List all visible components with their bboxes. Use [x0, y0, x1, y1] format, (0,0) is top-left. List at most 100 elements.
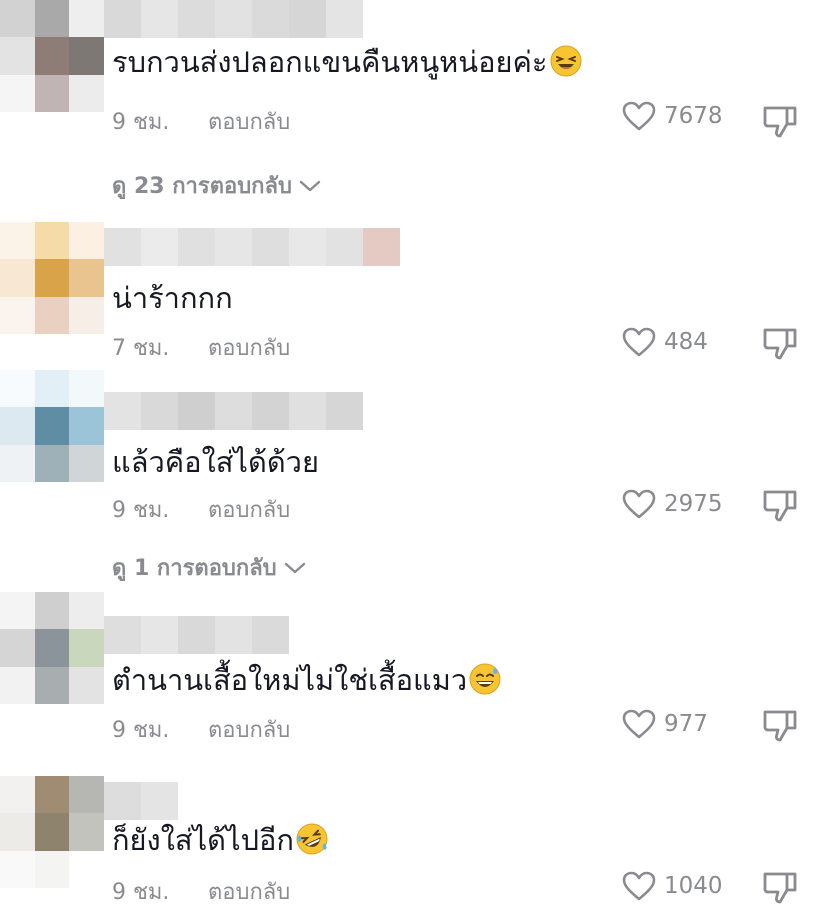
- username-pixel: [141, 392, 178, 430]
- avatar-pixel: [34, 0, 70, 38]
- like-count: 1040: [664, 873, 723, 899]
- comment-time: 9 ชม.: [112, 498, 170, 523]
- avatar[interactable]: [0, 776, 104, 888]
- username-pixel: [363, 228, 400, 266]
- username-pixel: [141, 0, 178, 38]
- username-pixel: [141, 782, 178, 820]
- username-pixel: [252, 392, 289, 430]
- avatar-pixel: [69, 0, 104, 38]
- avatar-pixel: [0, 37, 35, 75]
- username-pixel: [215, 0, 252, 38]
- avatar-pixel: [0, 666, 35, 704]
- avatar-pixel: [0, 592, 35, 630]
- reply-button[interactable]: ตอบกลับ: [208, 874, 290, 909]
- comment-meta: 9 ชม. ตอบกลับ: [112, 874, 290, 909]
- comment-text: ก็ยังใส่ได้ไปอีก: [112, 820, 328, 860]
- username-pixel: [104, 616, 141, 654]
- username-pixel: [178, 0, 215, 38]
- username-pixel: [215, 392, 252, 430]
- like-count: 2975: [664, 491, 723, 517]
- thumbs-down-outline-icon: [763, 490, 797, 522]
- comment-text: รบกวนส่งปลอกแขนคืนหนูหน่อยค่ะ: [112, 42, 582, 82]
- avatar[interactable]: [0, 370, 104, 482]
- dislike-button[interactable]: [762, 103, 798, 143]
- comment-meta: 9 ชม. ตอบกลับ: [112, 104, 290, 139]
- username-blurred[interactable]: [104, 782, 178, 820]
- username-pixel: [104, 782, 141, 820]
- dislike-button[interactable]: [762, 707, 798, 747]
- thumbs-down-outline-icon: [763, 106, 797, 138]
- username-blurred[interactable]: [104, 616, 289, 654]
- username-blurred[interactable]: [104, 228, 400, 266]
- avatar-pixel: [34, 407, 70, 445]
- username-pixel: [178, 616, 215, 654]
- avatar-pixel: [69, 259, 104, 297]
- like-count: 484: [664, 329, 708, 355]
- dislike-button[interactable]: [762, 869, 798, 909]
- heart-outline-icon: [622, 327, 656, 357]
- username-blurred[interactable]: [104, 0, 363, 38]
- like-count: 7678: [664, 103, 723, 129]
- username-pixel: [215, 616, 252, 654]
- username-pixel: [289, 392, 326, 430]
- heart-outline-icon: [622, 709, 656, 739]
- username-pixel: [104, 0, 141, 38]
- thumbs-down-outline-icon: [763, 710, 797, 742]
- username-pixel: [326, 228, 363, 266]
- like-button[interactable]: 7678: [622, 101, 723, 131]
- avatar-pixel: [34, 592, 70, 630]
- reply-button[interactable]: ตอบกลับ: [208, 330, 290, 365]
- thumbs-down-outline-icon: [763, 872, 797, 904]
- avatar-pixel: [34, 259, 70, 297]
- reply-button[interactable]: ตอบกลับ: [208, 104, 290, 139]
- avatar-pixel: [34, 444, 70, 482]
- like-button[interactable]: 484: [622, 327, 708, 357]
- avatar-pixel: [69, 222, 104, 260]
- username-pixel: [289, 228, 326, 266]
- sweat-smile-emoji: [469, 663, 501, 695]
- avatar-pixel: [69, 850, 104, 888]
- avatar-pixel: [34, 370, 70, 408]
- avatar-pixel: [0, 776, 35, 814]
- avatar-pixel: [69, 296, 104, 334]
- dislike-button[interactable]: [762, 487, 798, 527]
- avatar-pixel: [69, 407, 104, 445]
- avatar-pixel: [69, 813, 104, 851]
- username-pixel: [215, 228, 252, 266]
- like-button[interactable]: 977: [622, 709, 708, 739]
- heart-outline-icon: [622, 101, 656, 131]
- avatar-pixel: [34, 850, 70, 888]
- avatar-pixel: [0, 296, 35, 334]
- reply-button[interactable]: ตอบกลับ: [208, 492, 290, 527]
- avatar[interactable]: [0, 222, 104, 334]
- username-pixel: [178, 392, 215, 430]
- avatar-pixel: [0, 370, 35, 408]
- username-blurred[interactable]: [104, 392, 363, 430]
- avatar-pixel: [34, 776, 70, 814]
- username-pixel: [252, 616, 289, 654]
- view-replies-button[interactable]: ดู 1 การตอบกลับ: [112, 550, 307, 585]
- avatar-pixel: [0, 444, 35, 482]
- reply-button[interactable]: ตอบกลับ: [208, 712, 290, 747]
- avatar-pixel: [69, 666, 104, 704]
- like-button[interactable]: 1040: [622, 871, 723, 901]
- dislike-button[interactable]: [762, 325, 798, 365]
- avatar-pixel: [69, 74, 104, 112]
- like-button[interactable]: 2975: [622, 489, 723, 519]
- avatar-pixel: [69, 776, 104, 814]
- view-replies-label: ดู 1 การตอบกลับ: [112, 556, 277, 581]
- avatar-pixel: [34, 74, 70, 112]
- username-pixel: [252, 228, 289, 266]
- avatar-pixel: [0, 74, 35, 112]
- view-replies-button[interactable]: ดู 23 การตอบกลับ: [112, 168, 322, 203]
- avatar[interactable]: [0, 592, 104, 704]
- thumbs-down-outline-icon: [763, 328, 797, 360]
- comment-time: 9 ชม.: [112, 880, 170, 905]
- avatar-pixel: [34, 296, 70, 334]
- comment-meta: 7 ชม. ตอบกลับ: [112, 330, 290, 365]
- avatar[interactable]: [0, 0, 104, 112]
- comment-text: น่าร้ากกก: [112, 281, 233, 315]
- username-pixel: [141, 228, 178, 266]
- avatar-pixel: [0, 850, 35, 888]
- username-pixel: [326, 0, 363, 38]
